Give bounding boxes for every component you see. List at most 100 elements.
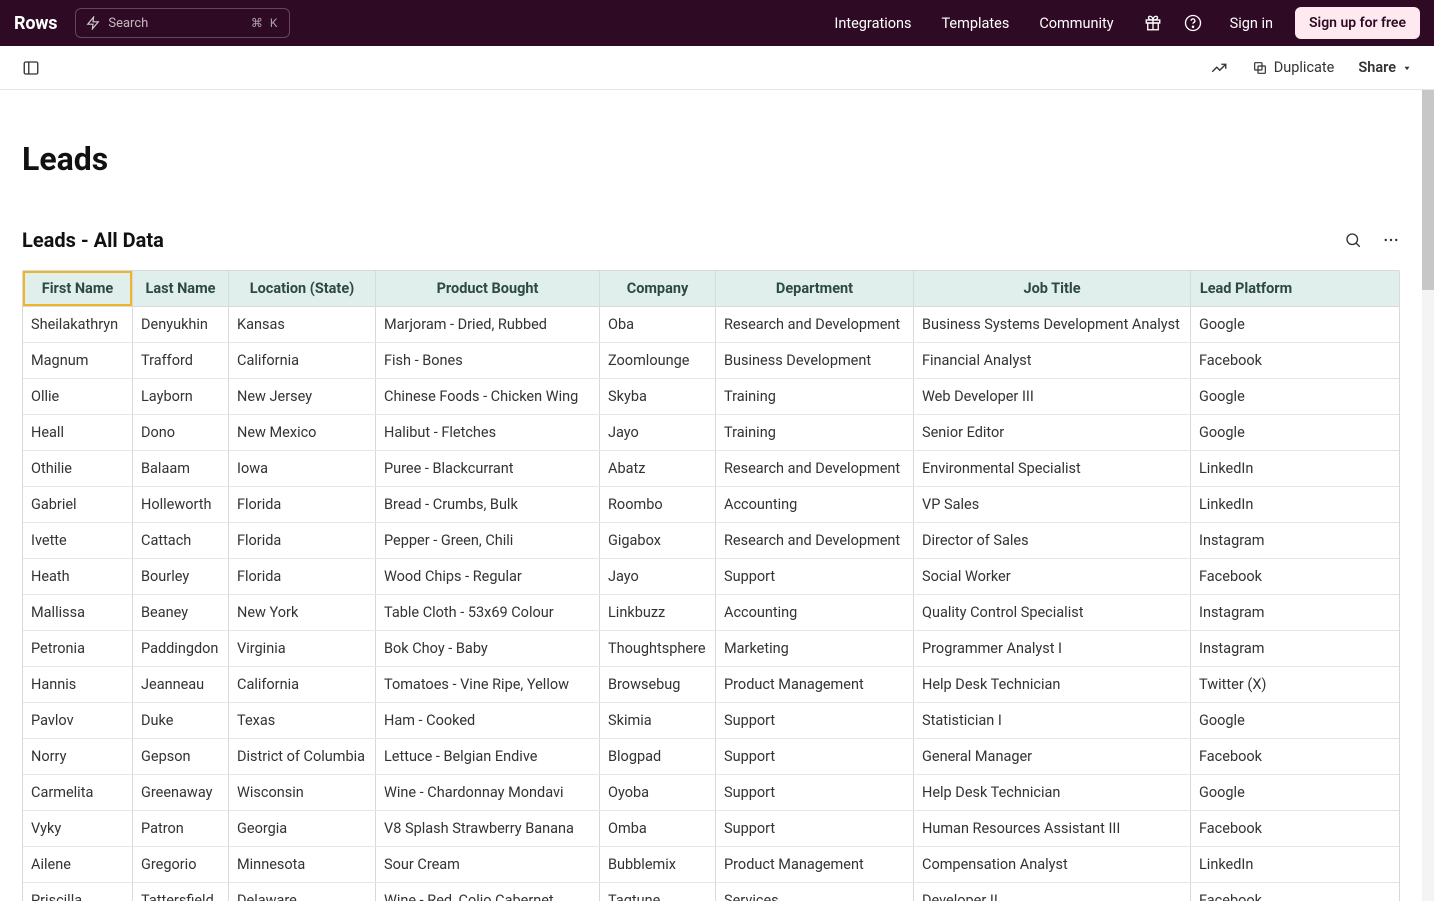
table-cell[interactable]: Product Management (716, 667, 914, 702)
table-cell[interactable]: Priscilla (23, 883, 133, 901)
table-cell[interactable]: Magnum (23, 343, 133, 378)
table-row[interactable]: OthilieBalaamIowaPuree - BlackcurrantAba… (23, 451, 1399, 487)
table-cell[interactable]: Services (716, 883, 914, 901)
logo[interactable]: Rows (14, 13, 57, 34)
table-cell[interactable]: Programmer Analyst I (914, 631, 1191, 666)
table-cell[interactable]: Ailene (23, 847, 133, 882)
table-cell[interactable]: Accounting (716, 487, 914, 522)
table-row[interactable]: HeallDonoNew MexicoHalibut - FletchesJay… (23, 415, 1399, 451)
table-cell[interactable]: Jeanneau (133, 667, 229, 702)
table-cell[interactable]: Vyky (23, 811, 133, 846)
table-cell[interactable]: Holleworth (133, 487, 229, 522)
table-cell[interactable]: Support (716, 811, 914, 846)
scrollbar-thumb[interactable] (1422, 90, 1434, 290)
signin-link[interactable]: Sign in (1230, 15, 1273, 32)
signup-button[interactable]: Sign up for free (1295, 7, 1420, 39)
table-cell[interactable]: Facebook (1191, 883, 1301, 901)
table-cell[interactable]: Bourley (133, 559, 229, 594)
table-cell[interactable]: Support (716, 739, 914, 774)
gift-icon[interactable] (1144, 14, 1162, 32)
sidebar-toggle-icon[interactable] (22, 59, 40, 77)
table-row[interactable]: MallissaBeaneyNew YorkTable Cloth - 53x6… (23, 595, 1399, 631)
table-cell[interactable]: Director of Sales (914, 523, 1191, 558)
table-cell[interactable]: Research and Development (716, 523, 914, 558)
column-header[interactable]: Job Title (914, 271, 1191, 306)
table-row[interactable]: PriscillaTattersfieldDelawareWine - Red,… (23, 883, 1399, 901)
table-cell[interactable]: Ivette (23, 523, 133, 558)
table-cell[interactable]: Facebook (1191, 739, 1301, 774)
table-cell[interactable]: Jayo (600, 415, 716, 450)
table-cell[interactable]: Facebook (1191, 559, 1301, 594)
table-cell[interactable]: Layborn (133, 379, 229, 414)
table-cell[interactable]: LinkedIn (1191, 487, 1301, 522)
search-icon[interactable] (1344, 231, 1362, 249)
table-cell[interactable]: Web Developer III (914, 379, 1191, 414)
table-cell[interactable]: Business Development (716, 343, 914, 378)
table-cell[interactable]: Table Cloth - 53x69 Colour (376, 595, 600, 630)
table-cell[interactable]: Mallissa (23, 595, 133, 630)
table-cell[interactable]: Instagram (1191, 631, 1301, 666)
table-cell[interactable]: Fish - Bones (376, 343, 600, 378)
table-cell[interactable]: California (229, 343, 376, 378)
table-cell[interactable]: Delaware (229, 883, 376, 901)
column-header[interactable]: First Name (23, 271, 133, 306)
table-cell[interactable]: California (229, 667, 376, 702)
table-cell[interactable]: Google (1191, 775, 1301, 810)
table-row[interactable]: MagnumTraffordCaliforniaFish - BonesZoom… (23, 343, 1399, 379)
table-cell[interactable]: Iowa (229, 451, 376, 486)
table-cell[interactable]: Gabriel (23, 487, 133, 522)
table-cell[interactable]: Gigabox (600, 523, 716, 558)
table-cell[interactable]: Blogpad (600, 739, 716, 774)
more-icon[interactable] (1382, 231, 1400, 249)
table-cell[interactable]: Browsebug (600, 667, 716, 702)
column-header[interactable]: Location (State) (229, 271, 376, 306)
table-cell[interactable]: Skyba (600, 379, 716, 414)
table-cell[interactable]: Google (1191, 415, 1301, 450)
table-cell[interactable]: Ham - Cooked (376, 703, 600, 738)
table-cell[interactable]: Beaney (133, 595, 229, 630)
table-cell[interactable]: Duke (133, 703, 229, 738)
table-cell[interactable]: Heath (23, 559, 133, 594)
table-cell[interactable]: Quality Control Specialist (914, 595, 1191, 630)
table-cell[interactable]: Financial Analyst (914, 343, 1191, 378)
table-cell[interactable]: Instagram (1191, 523, 1301, 558)
share-button[interactable]: Share (1358, 59, 1412, 76)
table-cell[interactable]: Marketing (716, 631, 914, 666)
table-cell[interactable]: Wood Chips - Regular (376, 559, 600, 594)
nav-link-templates[interactable]: Templates (941, 15, 1009, 32)
table-cell[interactable]: Halibut - Fletches (376, 415, 600, 450)
table-row[interactable]: PavlovDukeTexasHam - CookedSkimiaSupport… (23, 703, 1399, 739)
table-cell[interactable]: Skimia (600, 703, 716, 738)
table-cell[interactable]: Puree - Blackcurrant (376, 451, 600, 486)
table-cell[interactable]: Balaam (133, 451, 229, 486)
table-cell[interactable]: Support (716, 775, 914, 810)
table-cell[interactable]: Training (716, 379, 914, 414)
table-cell[interactable]: LinkedIn (1191, 847, 1301, 882)
table-cell[interactable]: Texas (229, 703, 376, 738)
table-cell[interactable]: Georgia (229, 811, 376, 846)
table-cell[interactable]: Florida (229, 559, 376, 594)
table-cell[interactable]: Research and Development (716, 307, 914, 342)
column-header[interactable]: Last Name (133, 271, 229, 306)
table-cell[interactable]: Twitter (X) (1191, 667, 1301, 702)
table-cell[interactable]: Human Resources Assistant III (914, 811, 1191, 846)
table-cell[interactable]: Tomatoes - Vine Ripe, Yellow (376, 667, 600, 702)
table-cell[interactable]: Patron (133, 811, 229, 846)
table-cell[interactable]: Norry (23, 739, 133, 774)
table-cell[interactable]: Kansas (229, 307, 376, 342)
table-row[interactable]: SheilakathrynDenyukhinKansasMarjoram - D… (23, 307, 1399, 343)
duplicate-button[interactable]: Duplicate (1252, 59, 1335, 76)
table-cell[interactable]: New Jersey (229, 379, 376, 414)
table-cell[interactable]: Accounting (716, 595, 914, 630)
table-cell[interactable]: General Manager (914, 739, 1191, 774)
help-icon[interactable] (1184, 14, 1202, 32)
table-cell[interactable]: Google (1191, 703, 1301, 738)
table-cell[interactable]: Support (716, 703, 914, 738)
table-row[interactable]: HannisJeanneauCaliforniaTomatoes - Vine … (23, 667, 1399, 703)
table-cell[interactable]: Petronia (23, 631, 133, 666)
table-cell[interactable]: Florida (229, 487, 376, 522)
nav-link-community[interactable]: Community (1039, 15, 1113, 32)
table-row[interactable]: GabrielHolleworthFloridaBread - Crumbs, … (23, 487, 1399, 523)
table-cell[interactable]: V8 Splash Strawberry Banana (376, 811, 600, 846)
table-cell[interactable]: Wine - Red, Colio Cabernet (376, 883, 600, 901)
